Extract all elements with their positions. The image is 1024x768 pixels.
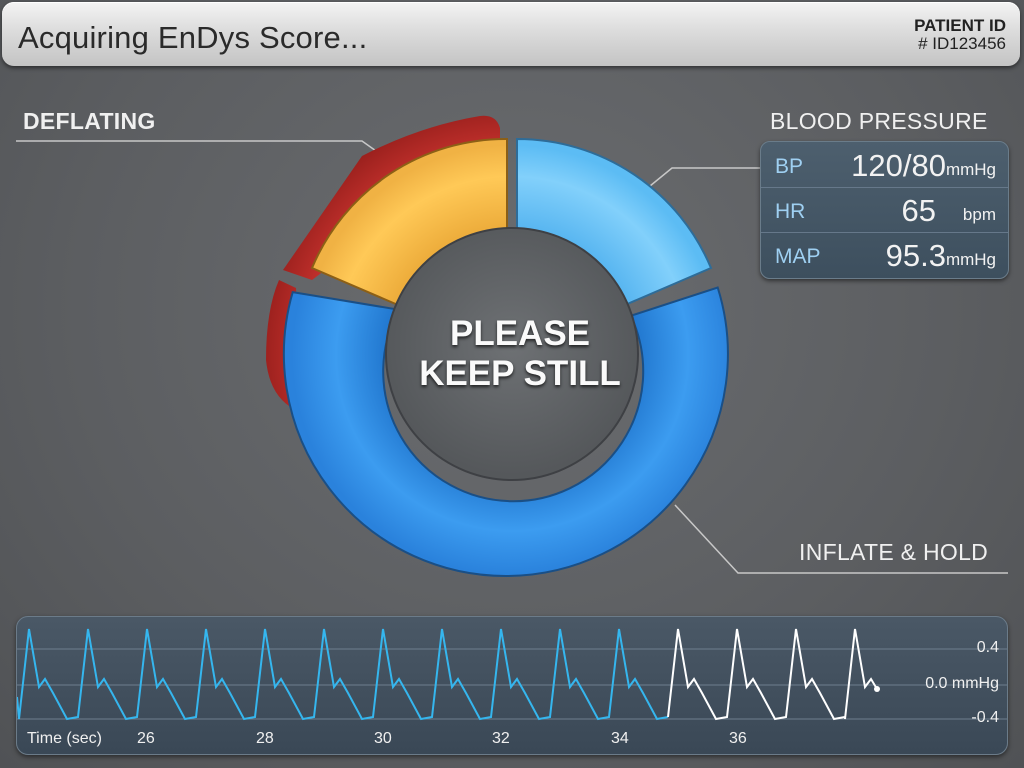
waveform-cursor xyxy=(874,686,880,692)
y-tick: 0.0 mmHg xyxy=(925,675,999,692)
vitals-unit: mmHg xyxy=(945,160,996,179)
vitals-key: MAP xyxy=(775,245,821,268)
vitals-unit: mmHg xyxy=(945,250,996,269)
vitals-row-bp: BP 120/80 mmHg xyxy=(761,142,1008,188)
x-tick: 28 xyxy=(256,730,274,747)
waveform-plot xyxy=(17,628,1007,721)
y-tick: -0.4 xyxy=(971,709,999,726)
vitals-key: HR xyxy=(775,200,806,223)
x-tick: 26 xyxy=(137,730,155,747)
vitals-unit: bpm xyxy=(962,205,996,224)
waveform-panel: Time (sec) 26 28 30 32 34 36 0.4 0.0 mmH… xyxy=(16,616,1008,755)
blood-pressure-label: BLOOD PRESSURE xyxy=(770,108,988,134)
vitals-value: 65 xyxy=(901,193,936,228)
x-tick: 34 xyxy=(611,730,629,747)
x-tick: 36 xyxy=(729,730,747,747)
vitals-value: 95.3 xyxy=(885,238,946,273)
x-tick: 30 xyxy=(374,730,392,747)
bp-leader-line xyxy=(649,167,760,187)
keep-still-line-2: KEEP STILL xyxy=(419,354,621,393)
deflating-label: DEFLATING xyxy=(23,108,156,134)
waveform-trace xyxy=(17,628,669,721)
deflating-leader-line xyxy=(16,140,401,169)
x-axis-label: Time (sec) xyxy=(27,730,102,747)
keep-still-line-1: PLEASE xyxy=(449,314,591,353)
inflate-hold-label: INFLATE & HOLD xyxy=(799,539,989,565)
waveform-trace-recent xyxy=(667,628,878,721)
vitals-row-map: MAP 95.3 mmHg xyxy=(761,232,1008,277)
y-tick: 0.4 xyxy=(976,639,999,656)
keep-still-message: PLEASE KEEP STILL xyxy=(380,314,660,394)
x-tick: 32 xyxy=(492,730,510,747)
vitals-panel: BP 120/80 mmHg HR 65 bpm MAP 95.3 mmHg xyxy=(760,141,1009,279)
vitals-row-hr: HR 65 bpm xyxy=(761,187,1008,233)
vitals-key: BP xyxy=(775,155,804,178)
vitals-value: 120/80 xyxy=(851,148,946,183)
